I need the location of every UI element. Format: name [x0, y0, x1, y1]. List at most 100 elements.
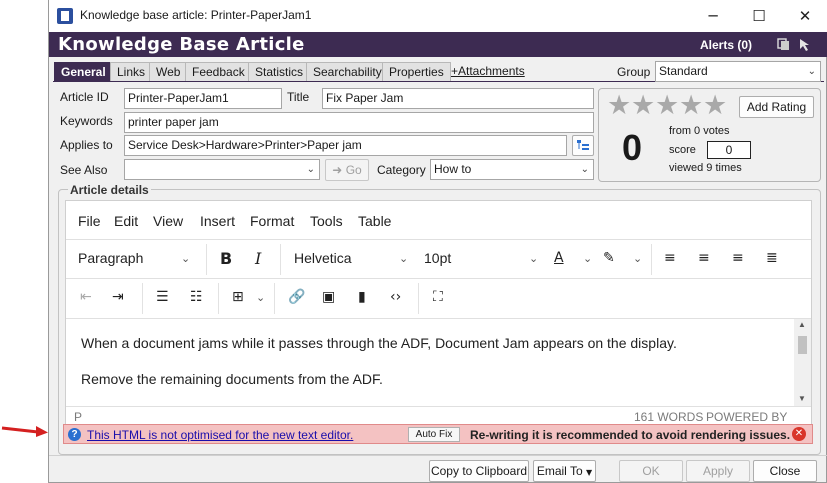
scroll-down-icon[interactable]: ▼ — [798, 394, 806, 403]
app-icon — [57, 8, 73, 24]
outdent-icon[interactable]: ⇤ — [80, 289, 92, 305]
font-family-select[interactable]: Helvetica — [294, 250, 352, 266]
go-button[interactable]: ➜ Go — [325, 159, 369, 181]
toolbar-divider — [280, 244, 281, 275]
menu-format[interactable]: Format — [250, 213, 294, 229]
copy-to-clipboard-button[interactable]: Copy to Clipboard — [429, 460, 529, 482]
align-left-icon[interactable]: ≡ — [664, 250, 676, 266]
article-details-title: Article details — [68, 183, 151, 197]
copy-icon[interactable] — [777, 38, 791, 51]
votes-text: from 0 votes — [669, 125, 730, 137]
numbered-list-icon[interactable]: ☷ — [190, 289, 203, 305]
italic-icon[interactable]: I — [255, 249, 261, 268]
close-button[interactable]: Close — [753, 460, 817, 482]
see-also-select[interactable]: ⌄ — [124, 159, 320, 180]
star-5-icon[interactable]: ★ — [703, 91, 727, 121]
align-right-icon[interactable]: ≡ — [732, 250, 744, 266]
star-1-icon[interactable]: ★ — [607, 91, 631, 121]
chevron-down-icon: ⌄ — [633, 252, 643, 265]
close-window-button[interactable]: ✕ — [782, 0, 827, 32]
indent-icon[interactable]: ⇥ — [112, 289, 124, 305]
tab-web[interactable]: Web — [149, 62, 188, 82]
bookmark-icon[interactable]: ▮ — [358, 289, 366, 305]
auto-fix-button[interactable]: Auto Fix — [408, 427, 460, 442]
menu-tools[interactable]: Tools — [310, 213, 343, 229]
block-format-select[interactable]: Paragraph — [78, 250, 143, 266]
alerts-link[interactable]: Alerts (0) — [700, 38, 752, 52]
tab-properties[interactable]: Properties — [382, 62, 451, 82]
keywords-field[interactable]: printer paper jam — [124, 112, 594, 133]
close-icon[interactable]: ✕ — [792, 427, 806, 441]
keywords-label: Keywords — [60, 114, 113, 128]
menu-table[interactable]: Table — [358, 213, 391, 229]
ok-button[interactable]: OK — [619, 460, 683, 482]
chevron-down-icon: ⌄ — [580, 164, 589, 175]
html-warning-bar: ? This HTML is not optimised for the new… — [63, 424, 813, 444]
group-select[interactable]: Standard ⌄ — [655, 61, 821, 82]
pointer-icon[interactable] — [798, 38, 812, 51]
article-id-field[interactable]: Printer-PaperJam1 — [124, 88, 282, 109]
minimize-button[interactable]: ─ — [690, 0, 736, 32]
fullscreen-icon[interactable]: ⛶ — [433, 289, 443, 305]
menu-view[interactable]: View — [153, 213, 183, 229]
score-field: 0 — [707, 141, 751, 159]
applies-to-field[interactable]: Service Desk>Hardware>Printer>Paper jam — [124, 135, 567, 156]
chevron-down-icon: ⌄ — [399, 252, 409, 265]
star-3-icon[interactable]: ★ — [655, 91, 679, 121]
tree-picker-button[interactable] — [572, 135, 594, 156]
email-to-button[interactable]: Email To ▼ — [533, 460, 596, 482]
tab-feedback[interactable]: Feedback — [185, 62, 252, 82]
header-title: Knowledge Base Article — [58, 34, 305, 55]
rating-panel: ★ ★ ★ ★ ★ Add Rating 0 from 0 votes scor… — [598, 88, 821, 182]
see-also-label: See Also — [60, 163, 108, 177]
scroll-up-icon[interactable]: ▲ — [798, 320, 806, 329]
link-icon[interactable]: 🔗 — [288, 289, 305, 305]
code-icon[interactable]: ‹› — [390, 289, 401, 305]
category-select[interactable]: How to ⌄ — [430, 159, 594, 180]
editor-scrollbar[interactable]: ▲ ▼ — [794, 319, 811, 407]
caret-down-icon: ▼ — [585, 468, 593, 477]
maximize-button[interactable]: ☐ — [736, 0, 782, 32]
menu-file[interactable]: File — [78, 213, 101, 229]
tab-searchability[interactable]: Searchability — [306, 62, 389, 82]
add-rating-button[interactable]: Add Rating — [739, 96, 814, 118]
warning-link[interactable]: This HTML is not optimised for the new t… — [87, 428, 353, 442]
window-title: Knowledge base article: Printer-PaperJam… — [80, 8, 312, 22]
highlight-color-icon[interactable]: ✎ — [603, 250, 615, 266]
category-value: How to — [434, 162, 472, 176]
toolbar-divider — [651, 244, 652, 275]
rich-text-editor: File Edit View Insert Format Tools Table… — [65, 200, 812, 438]
star-4-icon[interactable]: ★ — [679, 91, 703, 121]
star-2-icon[interactable]: ★ — [631, 91, 655, 121]
tab-attachments[interactable]: +Attachments — [445, 62, 531, 82]
text-color-icon[interactable]: A — [554, 250, 564, 266]
article-id-label: Article ID — [60, 90, 109, 104]
menu-insert[interactable]: Insert — [200, 213, 235, 229]
table-icon[interactable]: ⊞ — [232, 289, 244, 305]
element-path: P — [74, 410, 83, 424]
applies-to-label: Applies to — [60, 138, 113, 152]
tab-statistics[interactable]: Statistics — [248, 62, 311, 82]
tab-links[interactable]: Links — [110, 62, 153, 82]
tab-general[interactable]: General — [54, 62, 113, 82]
menu-edit[interactable]: Edit — [114, 213, 138, 229]
group-value: Standard — [659, 64, 708, 78]
align-justify-icon[interactable]: ≣ — [766, 250, 778, 266]
chevron-down-icon: ⌄ — [529, 252, 539, 265]
tree-icon — [577, 140, 589, 150]
toolbar-divider — [274, 283, 275, 314]
chevron-down-icon: ⌄ — [181, 252, 191, 265]
editor-content[interactable]: When a document jams while it passes thr… — [66, 318, 811, 407]
font-size-select[interactable]: 10pt — [424, 250, 451, 266]
title-bar: Knowledge base article: Printer-PaperJam… — [49, 0, 827, 32]
align-center-icon[interactable]: ≡ — [698, 250, 710, 266]
scroll-thumb[interactable] — [798, 336, 807, 354]
title-label: Title — [287, 90, 310, 104]
image-icon[interactable]: ▣ — [322, 289, 335, 305]
article-header: Knowledge Base Article Alerts (0) — [49, 32, 827, 57]
title-field[interactable]: Fix Paper Jam — [322, 88, 594, 109]
word-count: 161 WORDS — [634, 410, 704, 424]
bullet-list-icon[interactable]: ☰ — [156, 289, 169, 305]
bold-icon[interactable]: B — [220, 249, 232, 268]
apply-button[interactable]: Apply — [686, 460, 750, 482]
